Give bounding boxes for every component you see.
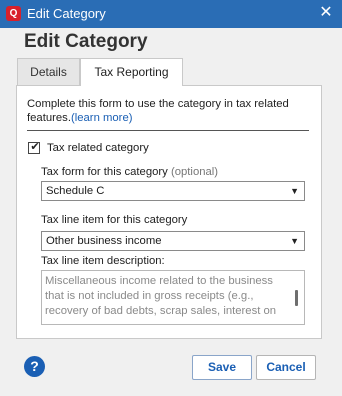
cancel-button[interactable]: Cancel bbox=[256, 355, 316, 380]
optional-hint: (optional) bbox=[170, 166, 219, 178]
description-scrollbar[interactable] bbox=[290, 271, 304, 324]
help-icon[interactable]: ? bbox=[24, 356, 45, 377]
divider bbox=[27, 130, 309, 131]
description-label: Tax line item description: bbox=[41, 255, 165, 267]
title-bar: Q Edit Category ✕ bbox=[0, 0, 342, 28]
intro-text: Complete this form to use the category i… bbox=[27, 98, 289, 124]
tax-reporting-panel: Complete this form to use the category i… bbox=[16, 85, 322, 339]
scrollbar-thumb[interactable] bbox=[295, 290, 298, 306]
description-textarea[interactable]: Miscellaneous income related to the busi… bbox=[41, 270, 305, 325]
tax-form-value: Schedule C bbox=[46, 185, 105, 197]
dropdown-arrow-icon: ▼ bbox=[290, 236, 299, 246]
learn-more-link[interactable]: (learn more) bbox=[71, 112, 133, 124]
save-button[interactable]: Save bbox=[192, 355, 252, 380]
tax-form-label: Tax form for this category (optional) bbox=[41, 166, 219, 178]
tax-line-select[interactable]: Other business income ▼ bbox=[41, 231, 305, 251]
page-title: Edit Category bbox=[24, 31, 148, 52]
tab-details[interactable]: Details bbox=[17, 58, 80, 85]
checkmark-icon: ✔ bbox=[30, 141, 40, 153]
tax-related-checkbox[interactable]: ✔ bbox=[28, 141, 40, 154]
description-text: Miscellaneous income related to the busi… bbox=[45, 275, 277, 317]
dropdown-arrow-icon: ▼ bbox=[290, 186, 299, 196]
tax-line-value: Other business income bbox=[46, 235, 162, 247]
tax-form-select[interactable]: Schedule C ▼ bbox=[41, 181, 305, 201]
window-title: Edit Category bbox=[27, 6, 106, 21]
tab-tax-reporting[interactable]: Tax Reporting bbox=[80, 58, 183, 86]
tax-related-label[interactable]: Tax related category bbox=[47, 142, 149, 154]
quicken-logo-icon: Q bbox=[6, 6, 21, 21]
close-icon[interactable]: ✕ bbox=[316, 3, 336, 23]
tax-line-label: Tax line item for this category bbox=[41, 214, 188, 226]
